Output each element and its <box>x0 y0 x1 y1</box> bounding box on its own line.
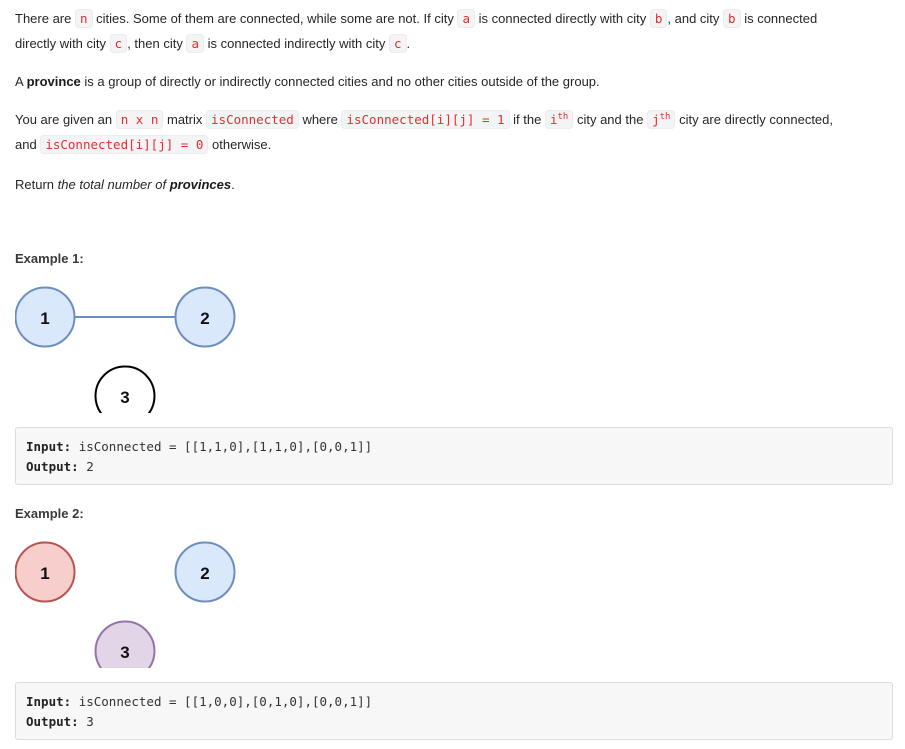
example-1-io-block: Input: isConnected = [[1,1,0],[1,1,0],[0… <box>15 427 893 485</box>
code-i-th: ith <box>544 110 574 129</box>
code-i: i <box>549 112 558 127</box>
node-3-label: 3 <box>120 388 129 407</box>
text: , then city <box>127 35 183 51</box>
example-2-title: Example 2: <box>15 506 84 521</box>
node-2-label: 2 <box>200 564 209 583</box>
node-2-label: 2 <box>200 309 209 328</box>
node-3: 3 <box>94 365 156 413</box>
text: , and city <box>667 11 720 26</box>
node-3-label: 3 <box>120 643 129 662</box>
code-eq-0: isConnected[i][j] = 0 <box>40 134 209 154</box>
code-b: b <box>649 9 668 28</box>
output-value: 3 <box>86 714 94 729</box>
text: otherwise. <box>212 136 272 152</box>
text: is a group of directly or indirectly con… <box>84 74 600 89</box>
example-2-graph: 1 2 3 <box>15 541 236 668</box>
text: city and the <box>576 112 644 127</box>
text: cities. Some of them are connected, whil… <box>96 11 454 26</box>
code-nxn: n x n <box>115 110 164 129</box>
output-label: Output: <box>26 459 79 474</box>
intro-paragraph-3: You are given an n x n matrix isConnecte… <box>15 108 895 157</box>
intro-paragraph-4: Return the total number of provinces. <box>15 173 895 198</box>
output-label: Output: <box>26 714 79 729</box>
node-1-label: 1 <box>40 309 49 328</box>
text: where <box>302 112 338 127</box>
code-j: j <box>652 112 660 127</box>
text: A <box>15 74 23 89</box>
code-c: c <box>109 33 128 53</box>
node-3: 3 <box>94 620 156 668</box>
text: is connected directly with city <box>478 11 647 26</box>
node-1-label: 1 <box>40 564 49 583</box>
output-value: 2 <box>86 459 94 474</box>
text: and <box>15 136 37 152</box>
intro-paragraph-2: A province is a group of directly or ind… <box>15 70 895 95</box>
text: if the <box>513 112 542 127</box>
code-a: a <box>457 9 475 28</box>
text: Return <box>15 177 55 192</box>
input-label: Input: <box>26 694 72 709</box>
italic-text: the total number of <box>57 177 167 192</box>
province-term: province <box>26 74 81 89</box>
code-c: c <box>388 33 407 53</box>
text: matrix <box>167 112 203 127</box>
intro-paragraph-1: There are n cities. Some of them are con… <box>15 7 895 56</box>
superscript-th: th <box>659 111 671 122</box>
text: . <box>231 177 235 192</box>
code-b: b <box>723 9 741 28</box>
input-value: isConnected = [[1,0,0],[0,1,0],[0,0,1]] <box>78 694 373 709</box>
code-eq-1: isConnected[i][j] = 1 <box>341 110 510 129</box>
input-label: Input: <box>26 439 72 454</box>
example-1-title: Example 1: <box>15 251 84 266</box>
code-isconnected: isConnected <box>206 110 299 129</box>
input-value: isConnected = [[1,1,0],[1,1,0],[0,0,1]] <box>78 439 373 454</box>
node-2: 2 <box>174 286 236 348</box>
code-n: n <box>75 9 93 28</box>
example-1-graph: 1 2 3 <box>15 286 236 413</box>
text: There are <box>15 11 72 26</box>
text: is connected <box>744 11 818 26</box>
example-2-io-block: Input: isConnected = [[1,0,0],[0,1,0],[0… <box>15 682 893 740</box>
code-a: a <box>186 33 204 53</box>
provinces-term: provinces <box>169 177 232 192</box>
text: city are directly connected, <box>679 112 833 127</box>
node-1: 1 <box>15 541 76 603</box>
text: is connected indirectly with city <box>207 35 386 51</box>
text: You are given an <box>15 112 113 127</box>
node-2: 2 <box>174 541 236 603</box>
text: . <box>406 35 411 51</box>
text: directly with city <box>15 35 107 51</box>
node-1: 1 <box>15 286 76 348</box>
code-j-th: jth <box>647 110 676 129</box>
superscript-th: th <box>557 111 569 122</box>
